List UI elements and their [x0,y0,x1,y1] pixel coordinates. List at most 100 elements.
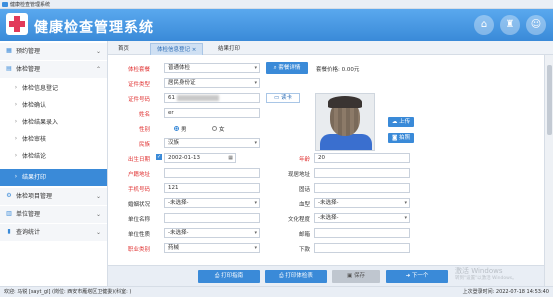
package-label: 体检套餐 [127,67,150,73]
id-type-select[interactable]: 居民身份证 ▾ [164,78,260,88]
current-address-input[interactable] [314,168,410,178]
sidebar-item-label: 体检信息登记 [22,85,59,92]
phone-input[interactable]: 121 [164,183,260,193]
current-address-label: 现居地址 [287,172,310,178]
sidebar-item-label: 体检结果录入 [22,119,59,126]
dot-icon: › [14,152,18,159]
gender-male-label: 男 [181,127,187,133]
blood-select[interactable]: -未选择- ▾ [314,198,410,208]
take-photo-label: 拍照 [399,135,411,141]
marital-value: -未选择- [168,200,189,206]
name-label: 姓名 [138,112,150,118]
sidebar-item-review[interactable]: › 体检审核 [0,131,107,148]
package-value: 普通体检 [168,65,191,71]
window-titlebar: 健康检查管理系统 [0,0,553,9]
save-button[interactable]: ▣ 保存 [332,270,380,283]
dot-icon: › [14,101,18,108]
phone-value: 121 [168,185,179,191]
tab-home[interactable]: 首页 [112,43,135,55]
chevron-down-icon: ▾ [404,215,407,221]
sidebar-item-result-print[interactable]: › 结果打印 [0,169,107,186]
chevron-down-icon: ▾ [254,230,257,236]
sidebar-item-label: 体检结论 [22,153,47,160]
user-icon[interactable]: ☺ [526,15,546,35]
app-title: 健康检查管理系统 [34,20,154,36]
education-select[interactable]: -未选择- ▾ [314,213,410,223]
email-input[interactable] [314,228,410,238]
name-input[interactable]: er [164,108,260,118]
print-form-label: 打印体检表 [285,273,313,279]
print-form-button[interactable]: ⎙ 打印体检表 [265,270,327,283]
tab-result-print[interactable]: 结果打印 [212,43,246,55]
chevron-down-icon: ▾ [404,200,407,206]
chevron-down-icon: ▾ [254,80,257,86]
occupation-select[interactable]: 药械 ▾ [164,243,260,253]
tab-registration[interactable]: 体检信息登记 × [150,43,204,55]
occupation-value: 药械 [168,245,180,251]
birth-value: 2002-01-13 [168,155,200,161]
sidebar-item-exam-management[interactable]: ▤ 体检管理 ⌃ [0,61,107,78]
chevron-down-icon: ⌄ [95,193,101,200]
package-detail-button[interactable]: ⌕ 套餐详情 [266,62,308,74]
chevron-down-icon: ⌄ [95,211,101,218]
sidebar-item-label: 体检管理 [16,66,41,73]
company-type-select[interactable]: -未选择- ▾ [164,228,260,238]
app-icon [2,2,8,7]
company-input[interactable] [164,213,260,223]
take-photo-button[interactable]: ◙ 拍照 [388,133,414,143]
dot-icon: › [14,84,18,91]
gender-female-radio[interactable] [212,126,217,131]
form-scrollbar[interactable] [544,55,553,286]
home-icon[interactable]: ⌂ [474,15,494,35]
upload-button[interactable]: ☁ 上传 [388,117,414,127]
id-number-value: 61 [168,95,175,101]
sidebar-item-exam-items[interactable]: ⚙ 体检项目管理 ⌄ [0,188,107,205]
sidebar-item-appointment[interactable]: ▦ 预约管理 ⌄ [0,43,107,60]
sidebar-item-conclusion[interactable]: › 体检结论 [0,148,107,165]
sidebar-item-registration[interactable]: › 体检信息登记 [0,80,107,97]
occupation-label: 职业类别 [127,247,150,253]
package-select[interactable]: 普通体检 ▾ [164,63,260,73]
status-last-login: 上次登录时间: 2022-07-18 14:53:40 [462,289,549,295]
tel-input[interactable] [314,183,410,193]
hukou-input[interactable] [164,168,260,178]
chevron-down-icon: ▾ [254,200,257,206]
sidebar-item-units[interactable]: ▥ 单位管理 ⌄ [0,206,107,223]
sidebar-item-confirmation[interactable]: › 体检确认 [0,97,107,114]
read-card-button[interactable]: ▭ 读卡 [266,93,300,103]
name-value: er [168,110,174,116]
tab-bar: 首页 体检信息登记 × 结果打印 [108,41,553,55]
postcode-label: 下款 [298,247,310,253]
hukou-label: 户籍地址 [127,172,150,178]
company-type-label: 单位性质 [127,232,150,238]
sidebar-item-label: 预约管理 [16,48,41,55]
status-user-info: 欢迎: 马锐 [sayt_gl] (岗位: 西安市雁塔区卫健委)(科室: ) [4,289,132,295]
chevron-down-icon: ▾ [254,140,257,146]
age-input[interactable]: 20 [314,153,410,163]
chevron-down-icon: ▾ [254,65,257,71]
id-number-input[interactable]: 61 [164,93,260,103]
birth-date-input[interactable]: 2002-01-13 ▦ [164,153,236,163]
gender-male-radio[interactable] [174,126,179,131]
postcode-input[interactable] [314,243,410,253]
sidebar-item-statistics[interactable]: ▮ 查询统计 ⌄ [0,224,107,241]
next-button[interactable]: ➜ 下一个 [386,270,448,283]
id-number-label: 证件号码 [127,97,150,103]
package-price: 套餐价格: 0.00元 [316,67,360,73]
chevron-down-icon: ⌄ [95,48,101,55]
sidebar-item-label: 体检确认 [22,102,47,109]
ethnicity-select[interactable]: 汉族 ▾ [164,138,260,148]
camera-icon: ◙ [391,135,400,141]
shirt-icon[interactable]: ♜ [500,15,520,35]
dot-icon: › [14,135,18,142]
window-title: 健康检查管理系统 [10,2,51,8]
dot-icon: › [14,173,18,180]
birth-checkbox[interactable]: ✓ [156,154,162,160]
card-icon: ▭ [274,95,281,101]
scrollbar-thumb[interactable] [547,65,552,135]
id-type-label: 证件类型 [127,82,150,88]
print-guide-button[interactable]: ⎙ 打印指南 [198,270,260,283]
marital-select[interactable]: -未选择- ▾ [164,198,260,208]
tel-label: 固话 [298,187,310,193]
sidebar-item-result-entry[interactable]: › 体检结果录入 [0,114,107,131]
